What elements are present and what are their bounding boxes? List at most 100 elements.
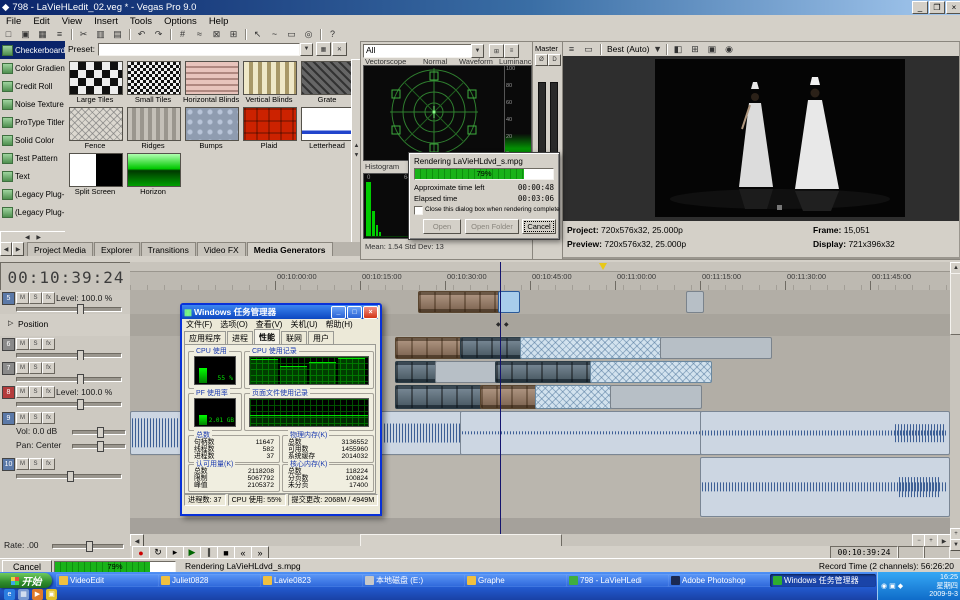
open-folder-button[interactable]: Open Folder (465, 219, 519, 234)
timeline-event[interactable] (610, 385, 702, 409)
timeline-h-scrollbar[interactable]: ◀ − + ▶ (130, 534, 950, 546)
track-level-slider[interactable] (16, 307, 122, 312)
preset-thumb-ridges[interactable] (127, 107, 181, 141)
generator-item[interactable]: Noise Texture (0, 95, 65, 113)
preset-thumb-grate[interactable] (301, 61, 355, 95)
timeline-marker[interactable] (599, 263, 607, 274)
menu-help[interactable]: Help (203, 16, 235, 27)
track-mute-button[interactable]: M (16, 412, 29, 424)
horizontal-scrollbar[interactable]: ◀ ▶ (0, 231, 66, 242)
tray-clock[interactable]: 16:25 星期四 2009-9-3 (912, 573, 958, 599)
timeline-current-time-display[interactable]: 00:10:39:24 (0, 262, 132, 292)
minimize-button[interactable]: _ (331, 306, 346, 319)
preset-thumb-small-tiles[interactable] (127, 61, 181, 95)
track-solo-button[interactable]: S (29, 292, 42, 304)
track-solo-button[interactable]: S (29, 362, 42, 374)
tm-tab-networking[interactable]: 联网 (281, 331, 307, 344)
taskbar-item-juliet0828[interactable]: Juliet0828 (158, 574, 261, 587)
redo-icon[interactable]: ↷ (150, 28, 167, 41)
ignore-event-grouping-icon[interactable]: ⊞ (225, 28, 242, 41)
combo-arrow-icon[interactable]: ▼ (653, 43, 663, 56)
media-player-icon[interactable]: ▶ (32, 589, 43, 600)
show-desktop-icon[interactable]: ▦ (18, 589, 29, 600)
tab-project-media[interactable]: Project Media (27, 242, 93, 256)
restore-button[interactable]: ❐ (929, 1, 945, 14)
track-fx-button[interactable]: fx (42, 386, 55, 398)
track-mute-button[interactable]: M (16, 338, 29, 350)
scope-mode-combobox[interactable]: All (363, 44, 475, 58)
generator-item[interactable]: Test Pattern (0, 149, 65, 167)
scope-settings-icon[interactable]: ≡ (504, 44, 519, 58)
tab-video-fx[interactable]: Video FX (197, 242, 246, 256)
tm-tab-applications[interactable]: 应用程序 (184, 331, 226, 344)
undo-icon[interactable]: ↶ (133, 28, 150, 41)
project-properties-icon[interactable]: ≡ (51, 28, 68, 41)
generator-item[interactable]: Color Gradient (0, 59, 65, 77)
scroll-thumb[interactable] (950, 273, 960, 335)
track-header-video-7[interactable]: 7 M S fx (0, 360, 130, 385)
rate-slider[interactable] (52, 544, 124, 549)
timeline-event-selected[interactable] (498, 291, 520, 313)
track-header-video-6[interactable]: 6 M S fx (0, 336, 130, 361)
help-icon[interactable]: ? (324, 28, 341, 41)
tab-explorer[interactable]: Explorer (94, 242, 140, 256)
task-manager-window[interactable]: ▦ Windows 任务管理器 _ □ × 文件(F) 选项(O) 查看(V) … (180, 303, 382, 516)
tm-tab-performance[interactable]: 性能 (254, 329, 280, 344)
external-monitor-icon[interactable]: ▭ (580, 43, 597, 56)
paste-icon[interactable]: ▤ (109, 28, 126, 41)
track-volume-slider[interactable] (16, 474, 122, 479)
generator-item[interactable]: (Legacy Plug-In) (0, 203, 65, 221)
tm-menu-file[interactable]: 文件(F) (182, 319, 216, 330)
combo-arrow-icon[interactable]: ▼ (300, 43, 313, 56)
generator-item[interactable]: Solid Color (0, 131, 65, 149)
generator-item[interactable]: Text (0, 167, 65, 185)
track-header-audio-10[interactable]: 10 M S fx (0, 456, 130, 519)
new-project-icon[interactable]: □ (0, 28, 17, 41)
timeline-event[interactable] (480, 385, 537, 409)
track-fx-button[interactable]: fx (42, 338, 55, 350)
minimize-button[interactable]: _ (912, 1, 928, 14)
audio-event[interactable] (700, 457, 950, 517)
start-button[interactable]: 开始 (0, 573, 52, 588)
taskbar-item-lavie0823[interactable]: Lavie0823 (260, 574, 363, 587)
open-button[interactable]: Open (423, 219, 461, 234)
task-manager-title-bar[interactable]: ▦ Windows 任务管理器 _ □ × (182, 305, 378, 319)
tm-tab-processes[interactable]: 进程 (227, 331, 253, 344)
overlay-grid-icon[interactable]: ⊞ (687, 43, 704, 56)
track-fx-button[interactable]: fx (42, 412, 55, 424)
dock-scroll-left-icon[interactable]: ◀ (0, 242, 12, 256)
tm-menu-options[interactable]: 选项(O) (216, 319, 252, 330)
lock-envelopes-icon[interactable]: ⊠ (208, 28, 225, 41)
timeline-ruler[interactable]: 00:10:00:00 00:10:15:00 00:10:30:00 00:1… (130, 262, 950, 291)
dock-scroll-right-icon[interactable]: ▶ (12, 242, 24, 256)
close-when-done-checkbox[interactable] (414, 206, 423, 215)
track-fx-button[interactable]: fx (42, 458, 55, 470)
taskbar-item-vegas[interactable]: 798 - LaVieHLedi (566, 574, 669, 587)
menu-insert[interactable]: Insert (88, 16, 124, 27)
selection-edit-tool-icon[interactable]: ▭ (283, 28, 300, 41)
master-mute-icon[interactable]: Ø (535, 54, 548, 66)
track-solo-button[interactable]: S (29, 386, 42, 398)
generator-item[interactable]: Checkerboard (0, 41, 65, 59)
tab-media-generators[interactable]: Media Generators (247, 242, 333, 256)
generator-item[interactable]: ProType Titler (0, 113, 65, 131)
master-dim-icon[interactable]: D (548, 54, 561, 66)
timeline-v-scrollbar[interactable]: ▲ + ▼ (950, 262, 960, 558)
zoom-edit-tool-icon[interactable]: ◎ (300, 28, 317, 41)
track-solo-button[interactable]: S (29, 412, 42, 424)
project-video-properties-icon[interactable]: ≡ (563, 43, 580, 56)
track-mute-button[interactable]: M (16, 386, 29, 398)
track-level-slider[interactable] (16, 377, 122, 382)
combo-arrow-icon[interactable]: ▼ (471, 44, 484, 58)
track-mute-button[interactable]: M (16, 292, 29, 304)
preset-combobox[interactable] (98, 43, 300, 56)
taskbar-item-task-manager[interactable]: Windows 任务管理器 (770, 574, 876, 587)
delete-preset-icon[interactable]: ✕ (332, 42, 347, 56)
menu-edit[interactable]: Edit (27, 16, 55, 27)
audio-event[interactable] (700, 411, 950, 455)
track-level-slider[interactable] (16, 353, 122, 358)
timeline-event[interactable] (660, 337, 772, 359)
track-header-video-8[interactable]: 8 M S fx Level: 100.0 % (0, 384, 130, 411)
preset-thumb-horizon[interactable] (127, 153, 181, 187)
timeline-event[interactable] (590, 361, 712, 383)
